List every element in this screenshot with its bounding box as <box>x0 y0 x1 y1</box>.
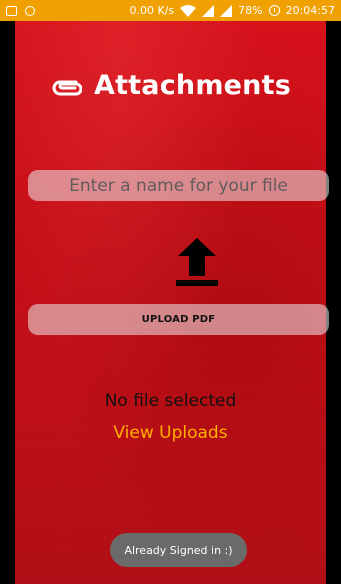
status-left-icons <box>0 5 35 16</box>
signal-icon <box>202 4 215 17</box>
file-name-placeholder: Enter a name for your file <box>69 175 288 196</box>
paperclip-icon <box>52 80 82 95</box>
upload-pdf-button[interactable]: UPLOAD PDF <box>28 304 329 335</box>
toast-text: Already Signed in :) <box>124 543 233 557</box>
circle-icon <box>25 5 35 16</box>
alarm-icon <box>268 5 280 16</box>
battery-percentage: 78% <box>238 4 263 17</box>
header: Attachments <box>0 70 341 101</box>
wifi-icon <box>180 4 197 17</box>
page-title: Attachments <box>93 70 291 101</box>
upload-pdf-label: UPLOAD PDF <box>141 314 216 325</box>
image-icon <box>6 5 17 16</box>
file-name-input[interactable]: Enter a name for your file <box>28 170 329 201</box>
view-uploads-link[interactable]: View Uploads <box>0 423 341 443</box>
file-status-text: No file selected <box>104 391 237 411</box>
upload-icon[interactable] <box>176 238 218 286</box>
network-speed: 0.00 K/s <box>129 4 175 17</box>
toast-message: Already Signed in :) <box>110 533 247 567</box>
signal-icon-2 <box>220 4 233 17</box>
status-bar: 0.00 K/s 78% 20:04:57 <box>0 0 341 21</box>
app-screen: 0.00 K/s 78% 20:04:57 Attachments Enter … <box>0 0 341 584</box>
status-right: 0.00 K/s 78% 20:04:57 <box>130 4 341 17</box>
status-time: 20:04:57 <box>285 4 335 17</box>
